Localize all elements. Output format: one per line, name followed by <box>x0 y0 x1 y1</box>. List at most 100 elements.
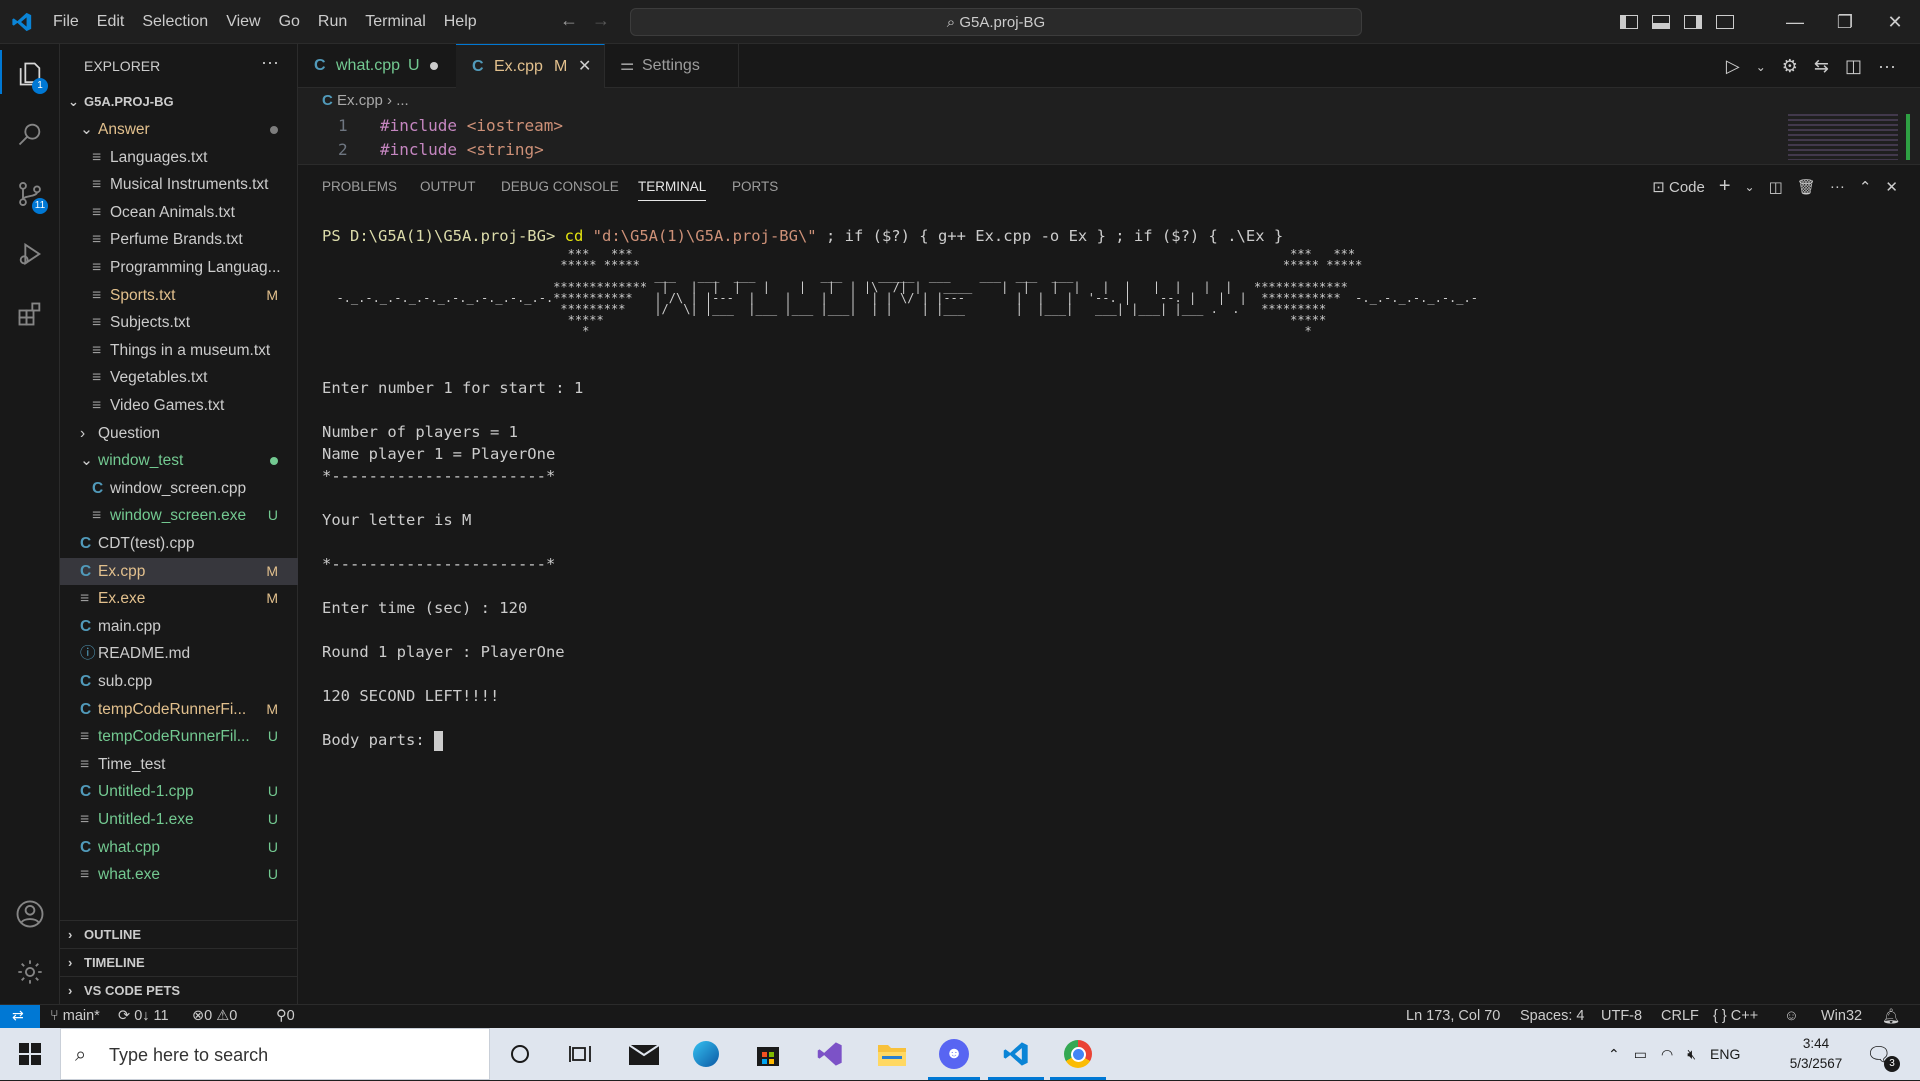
file-item[interactable]: ≡ Perfume Brands.txt <box>60 226 298 253</box>
file-item[interactable]: ≡ window_screen.exe U <box>60 502 298 529</box>
section-outline[interactable]: › OUTLINE <box>60 920 298 948</box>
new-terminal-icon[interactable]: + <box>1719 175 1731 198</box>
command-center-search[interactable]: ⌕ G5A.proj-BG <box>630 8 1362 36</box>
customize-layout-icon[interactable] <box>1716 15 1734 29</box>
section-vs-code-pets[interactable]: › VS CODE PETS <box>60 976 298 1004</box>
folder-item[interactable]: › Question <box>60 420 298 447</box>
cursor-position[interactable]: Ln 173, Col 70 <box>1406 1008 1500 1024</box>
branch-indicator[interactable]: ⑂ main* <box>50 1008 100 1024</box>
close-tab-icon[interactable]: ✕ <box>578 45 591 89</box>
menu-item-edit[interactable]: Edit <box>88 13 134 31</box>
vscode-taskbar-icon[interactable] <box>998 1036 1034 1072</box>
taskbar-search-box[interactable]: ⌕ Type here to search <box>60 1028 490 1080</box>
maximize-panel-icon[interactable]: ⌃ <box>1859 178 1872 196</box>
clock[interactable]: 3:44 5/3/2567 <box>1784 1028 1848 1080</box>
file-item[interactable]: Cwhat.cpp U <box>60 834 298 861</box>
code-editor[interactable]: C Ex.cpp › ... 1 #include <iostream> 2 #… <box>298 88 1920 164</box>
tab-problems[interactable]: PROBLEMS <box>322 179 397 194</box>
tab-debug-console[interactable]: DEBUG CONSOLE <box>501 179 619 194</box>
menu-item-run[interactable]: Run <box>309 13 356 31</box>
file-item[interactable]: ≡ Sports.txt M <box>60 282 298 309</box>
file-item[interactable]: ≡ Vegetables.txt <box>60 364 298 391</box>
input-language[interactable]: ENG <box>1710 1046 1740 1062</box>
forward-arrow-icon[interactable]: → <box>592 10 610 30</box>
task-view-icon[interactable] <box>562 1036 598 1072</box>
file-item[interactable]: ≡ tempCodeRunnerFil... U <box>60 723 298 750</box>
tab-output[interactable]: OUTPUT <box>420 179 476 194</box>
file-item[interactable]: ≡ what.exe U <box>60 861 298 888</box>
run-debug-icon[interactable] <box>0 226 60 282</box>
close-icon[interactable]: ✕ <box>1870 12 1920 33</box>
file-item[interactable]: ≡ Ocean Animals.txt <box>60 199 298 226</box>
copilot-icon[interactable]: ☺ <box>1784 1008 1799 1024</box>
file-item[interactable]: C CDT(test).cpp <box>60 530 298 557</box>
notification-center-icon[interactable]: 🗨︎ 3 <box>1866 1028 1900 1080</box>
accounts-icon[interactable] <box>0 886 60 942</box>
chevron-down-icon[interactable]: ⌄ <box>1745 180 1755 194</box>
language-mode[interactable]: { } C++ <box>1713 1008 1758 1024</box>
file-item[interactable]: ≡ Untitled-1.exe U <box>60 806 298 833</box>
run-icon[interactable]: ▷ <box>1726 56 1740 78</box>
cortana-icon[interactable] <box>502 1036 538 1072</box>
wifi-icon[interactable]: ◠ <box>1661 1046 1673 1063</box>
file-item[interactable]: Cwindow_screen.cpp <box>60 475 298 502</box>
mail-icon[interactable] <box>626 1036 662 1072</box>
toggle-sidebar-icon[interactable] <box>1620 15 1638 29</box>
more-actions-icon[interactable]: ··· <box>1878 56 1896 78</box>
tab-ports[interactable]: PORTS <box>732 179 778 194</box>
menu-item-go[interactable]: Go <box>270 13 309 31</box>
encoding[interactable]: UTF-8 <box>1601 1008 1642 1024</box>
back-arrow-icon[interactable]: ← <box>560 10 578 30</box>
folder-item[interactable]: ⌄ window_test <box>60 447 298 474</box>
file-item[interactable]: C Untitled-1.cpp U <box>60 778 298 805</box>
file-item[interactable]: ≡ Musical Instruments.txt <box>60 171 298 198</box>
sync-indicator[interactable]: ⟳ 0↓ 11 <box>118 1008 169 1024</box>
minimize-icon[interactable]: — <box>1770 12 1820 33</box>
manage-gear-icon[interactable] <box>0 944 60 1000</box>
file-item[interactable]: Csub.cpp <box>60 668 298 695</box>
speaker-muted-icon[interactable]: 🔇︎ <box>1687 1046 1696 1063</box>
problems-indicator[interactable]: ⊗0 ⚠0 <box>192 1008 237 1024</box>
tab-ex-cpp[interactable]: C Ex.cpp M ✕ <box>456 44 605 89</box>
file-item[interactable]: C Ex.cpp M <box>60 557 298 585</box>
file-explorer-icon[interactable] <box>874 1036 910 1072</box>
file-item[interactable]: ≡ Video Games.txt <box>60 392 298 419</box>
file-item[interactable]: ⓘ README.md <box>60 640 298 667</box>
file-item[interactable]: ≡ Time_test <box>60 751 298 778</box>
menu-item-file[interactable]: File <box>44 13 88 31</box>
store-icon[interactable] <box>750 1036 786 1072</box>
file-item[interactable]: ≡ Things in a museum.txt <box>60 337 298 364</box>
more-actions-icon[interactable]: ··· <box>261 52 279 73</box>
menu-item-terminal[interactable]: Terminal <box>356 13 434 31</box>
platform[interactable]: Win32 <box>1821 1008 1862 1024</box>
discord-icon[interactable]: ☻ <box>936 1036 972 1072</box>
battery-icon[interactable]: ▭ <box>1634 1046 1647 1063</box>
toggle-secondary-sidebar-icon[interactable] <box>1684 15 1702 29</box>
file-item[interactable]: CtempCodeRunnerFi... M <box>60 696 298 723</box>
chevron-down-icon[interactable]: ⌄ <box>1756 56 1766 78</box>
tab-terminal[interactable]: TERMINAL <box>638 179 707 201</box>
minimap[interactable] <box>1788 114 1898 160</box>
menu-item-selection[interactable]: Selection <box>133 13 217 31</box>
tab-settings[interactable]: ⚌ Settings <box>604 44 739 88</box>
split-editor-icon[interactable]: ◫ <box>1845 56 1862 78</box>
search-icon[interactable] <box>0 106 60 162</box>
trash-icon[interactable]: 🗑 <box>1797 178 1816 196</box>
tab-what-cpp[interactable]: C what.cpp U <box>298 44 457 88</box>
toggle-panel-icon[interactable] <box>1652 15 1670 29</box>
workspace-root[interactable]: ⌄ G5A.PROJ-BG <box>60 88 298 115</box>
windows-start-icon[interactable] <box>12 1036 48 1072</box>
source-control-icon[interactable]: 11 <box>0 166 60 222</box>
file-item[interactable]: ≡ Subjects.txt <box>60 309 298 336</box>
file-item[interactable]: ≡ Programming Languag... <box>60 254 298 281</box>
explorer-icon[interactable]: 1 <box>0 46 60 102</box>
split-terminal-icon[interactable]: ◫ <box>1769 178 1783 196</box>
restore-icon[interactable]: ❐ <box>1820 12 1870 33</box>
gear-icon[interactable]: ⚙ <box>1782 56 1798 78</box>
compare-icon[interactable]: ⇆ <box>1814 56 1829 78</box>
line-ending[interactable]: CRLF <box>1661 1008 1699 1024</box>
close-panel-icon[interactable]: ✕ <box>1885 178 1898 196</box>
more-actions-icon[interactable]: ··· <box>1830 178 1845 195</box>
file-item[interactable]: ≡ Ex.exe M <box>60 585 298 612</box>
chrome-icon[interactable] <box>1060 1036 1096 1072</box>
